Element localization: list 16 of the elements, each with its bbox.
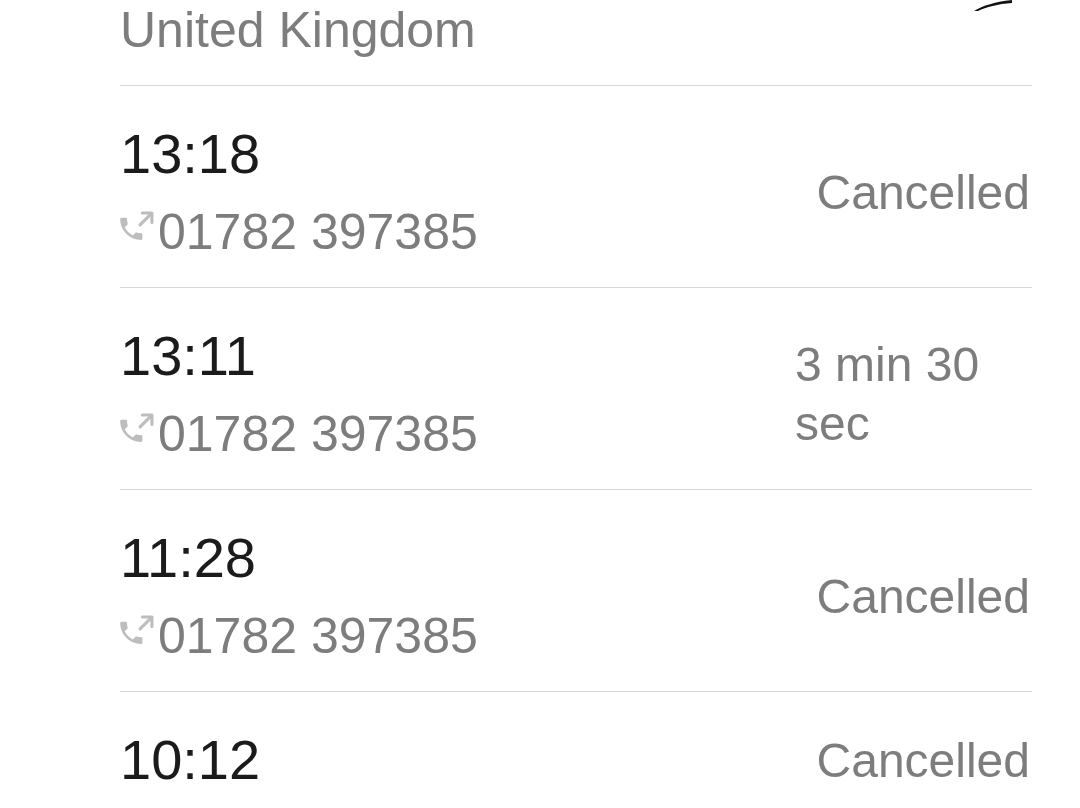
phone-number: 01782 397385 (158, 607, 478, 666)
call-status: 3 min 30 sec (795, 337, 981, 452)
location-text: United Kingdom (120, 1, 476, 60)
curved-stroke-icon (974, 0, 1012, 11)
call-status: Cancelled (816, 732, 1030, 789)
phone-number: 01782 397385 (158, 405, 478, 464)
call-time: 13:11 (120, 324, 257, 388)
call-time: 10:12 (120, 728, 261, 792)
call-time: 13:18 (120, 122, 262, 186)
outgoing-call-icon (120, 413, 154, 443)
outgoing-call-icon (120, 615, 154, 645)
phone-number: 01782 397385 (158, 203, 478, 262)
call-status: Cancelled (816, 164, 1030, 221)
call-time: 11:28 (120, 526, 257, 590)
outgoing-call-icon (120, 211, 154, 241)
call-status: Cancelled (816, 568, 1030, 625)
